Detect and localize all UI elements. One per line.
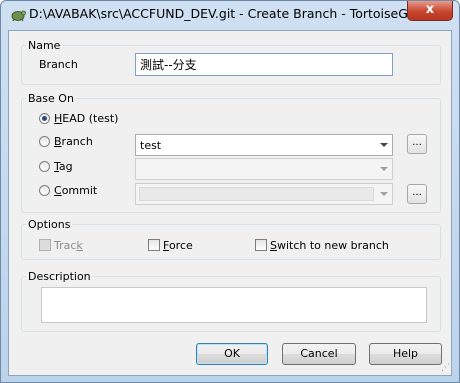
ok-button[interactable]: OK [196, 343, 268, 365]
branch-radio-label[interactable]: Branch [54, 135, 93, 148]
track-checkbox-label: Track [54, 239, 83, 252]
force-checkbox[interactable] [148, 239, 160, 251]
chevron-down-icon [380, 143, 388, 147]
tortoise-icon [11, 10, 26, 22]
force-checkbox-label[interactable]: Force [163, 239, 193, 252]
tag-radio-label[interactable]: Tag [54, 160, 73, 173]
dialog-client: Name Branch 測試--分支 Base On HEAD (test) B… [8, 30, 452, 376]
branch-name-label: Branch [39, 58, 78, 71]
commit-select-field [139, 187, 374, 201]
window-title: D:\AVABAK\src\ACCFUND_DEV.git - Create B… [29, 6, 417, 21]
options-group-title: Options [26, 218, 73, 231]
base-on-group-title: Base On [26, 92, 76, 105]
chevron-down-icon [380, 192, 388, 196]
title-bar[interactable]: D:\AVABAK\src\ACCFUND_DEV.git - Create B… [1, 1, 459, 29]
tag-select[interactable] [135, 158, 393, 180]
resize-grip-icon[interactable]: ⋰ [441, 363, 450, 373]
commit-radio[interactable] [39, 185, 50, 196]
branch-name-input[interactable]: 測試--分支 [135, 53, 393, 76]
close-button[interactable]: x [407, 1, 453, 21]
name-group-title: Name [26, 39, 63, 52]
help-button[interactable]: Help [369, 343, 442, 365]
branch-browse-button[interactable]: ... [407, 134, 427, 154]
commit-browse-button[interactable]: ... [407, 184, 427, 204]
commit-radio-label[interactable]: Commit [54, 184, 97, 197]
tag-radio[interactable] [39, 161, 50, 172]
switch-branch-checkbox-label[interactable]: Switch to new branch [270, 239, 389, 252]
chevron-down-icon [380, 167, 388, 171]
cancel-button[interactable]: Cancel [282, 343, 356, 365]
description-group-title: Description [26, 270, 93, 283]
head-radio-label[interactable]: HEAD (test) [54, 112, 118, 125]
close-icon: x [425, 2, 435, 17]
head-radio[interactable] [39, 113, 50, 124]
description-input[interactable] [41, 287, 427, 323]
commit-select[interactable] [135, 183, 393, 205]
switch-branch-checkbox[interactable] [255, 239, 267, 251]
branch-select[interactable]: test [135, 134, 393, 156]
dialog-window: D:\AVABAK\src\ACCFUND_DEV.git - Create B… [0, 0, 460, 383]
branch-radio[interactable] [39, 136, 50, 147]
track-checkbox[interactable] [39, 239, 51, 251]
branch-select-value: test [140, 139, 162, 152]
